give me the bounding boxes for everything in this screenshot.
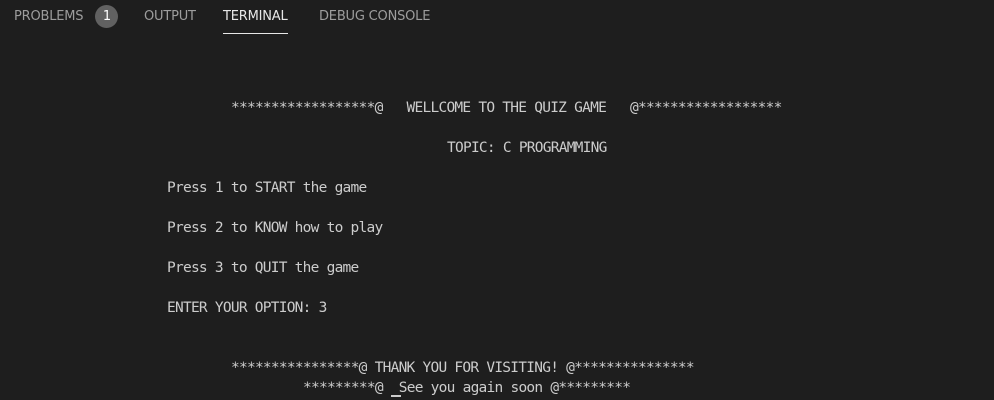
terminal-output[interactable]: ******************@ WELLCOME TO THE QUIZ… [0,35,994,400]
thank-you-banner: ****************@ THANK YOU FOR VISITING… [231,360,695,376]
tab-output-label: OUTPUT [144,9,196,24]
panel-tab-bar: PROBLEMS 1 OUTPUT TERMINAL DEBUG CONSOLE [0,0,994,35]
tab-terminal-label: TERMINAL [223,9,288,24]
topic-line: TOPIC: C PROGRAMMING [447,140,607,156]
tab-output[interactable]: OUTPUT [144,0,196,33]
menu-option-start: Press 1 to START the game [167,180,367,196]
problems-count-badge: 1 [95,5,119,28]
menu-option-quit: Press 3 to QUIT the game [167,260,359,276]
terminal-cursor [391,395,401,397]
option-prompt: ENTER YOUR OPTION: 3 [167,300,327,316]
tab-problems-label: PROBLEMS [14,9,84,24]
welcome-banner: ******************@ WELLCOME TO THE QUIZ… [231,100,782,116]
menu-option-know: Press 2 to KNOW how to play [167,220,383,236]
see-you-banner: *********@ See you again soon @********* [303,380,631,396]
tab-problems[interactable]: PROBLEMS 1 [14,0,119,33]
tab-terminal[interactable]: TERMINAL [223,0,288,34]
panel: PROBLEMS 1 OUTPUT TERMINAL DEBUG CONSOLE… [0,0,994,400]
tab-debug-console[interactable]: DEBUG CONSOLE [319,0,430,33]
tab-debug-console-label: DEBUG CONSOLE [319,9,431,24]
